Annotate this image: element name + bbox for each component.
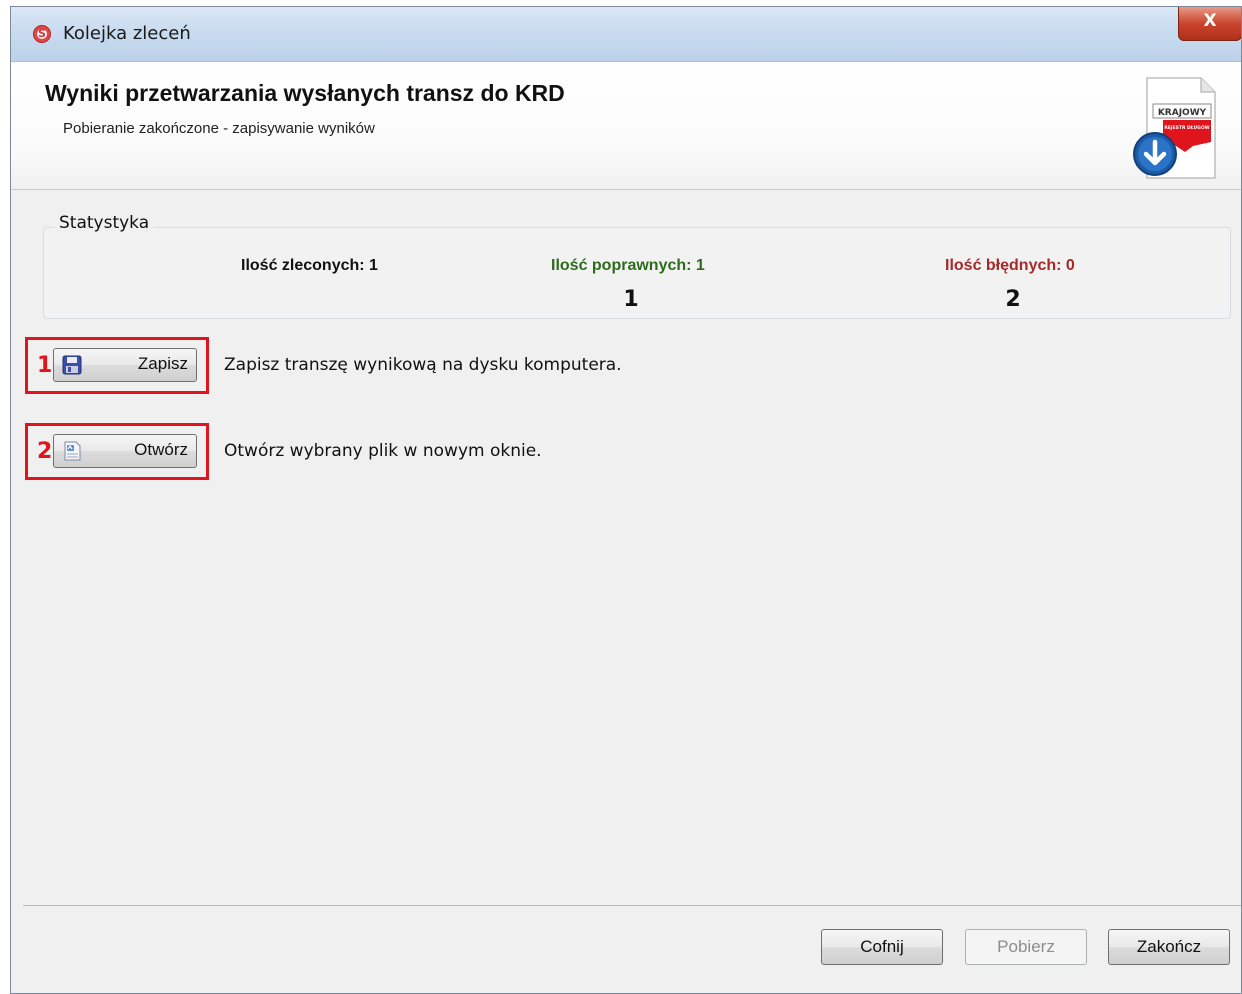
back-button[interactable]: Cofnij xyxy=(821,929,943,965)
ordered-count-label: Ilość zleconych: 1 xyxy=(241,257,378,274)
save-button[interactable]: Zapisz xyxy=(53,348,197,382)
open-button-label: Otwórz xyxy=(134,440,188,459)
finish-button[interactable]: Zakończ xyxy=(1108,929,1230,965)
open-document-icon xyxy=(64,441,81,461)
close-icon: X xyxy=(1203,11,1217,31)
close-button[interactable]: X xyxy=(1178,7,1241,41)
open-callout-number: 2 xyxy=(37,439,53,464)
annotation-marker-1: 1 xyxy=(623,287,639,312)
annotation-marker-2: 2 xyxy=(1005,287,1021,312)
open-button[interactable]: Otwórz xyxy=(53,434,197,468)
save-description: Zapisz transzę wynikową na dysku kompute… xyxy=(224,355,622,375)
window-title: Kolejka zleceń xyxy=(63,23,191,44)
statistics-group-label: Statystyka xyxy=(55,213,154,233)
download-document-icon: KRAJOWY REJESTR DŁUGÓW xyxy=(1133,77,1216,179)
page-title: Wyniki przetwarzania wysłanych transz do… xyxy=(45,80,565,106)
correct-count-label: Ilość poprawnych: 1 xyxy=(551,257,705,274)
wizard-header: Wyniki przetwarzania wysłanych transz do… xyxy=(11,62,1241,190)
footer-divider xyxy=(23,905,1241,906)
app-logo-icon xyxy=(33,25,51,43)
dialog-window: Kolejka zleceń X Wyniki przetwarzania wy… xyxy=(10,6,1242,994)
logo-subtext: REJESTR DŁUGÓW xyxy=(1164,124,1209,131)
save-button-label: Zapisz xyxy=(137,354,188,373)
open-description: Otwórz wybrany plik w nowym oknie. xyxy=(224,441,542,461)
error-count-label: Ilość błędnych: 0 xyxy=(945,257,1075,274)
logo-text: KRAJOWY xyxy=(1158,108,1207,118)
page-subtitle: Pobieranie zakończone - zapisywanie wyni… xyxy=(63,120,375,137)
title-bar: Kolejka zleceń X xyxy=(11,7,1241,62)
download-button[interactable]: Pobierz xyxy=(965,929,1087,965)
save-callout-number: 1 xyxy=(37,353,53,378)
floppy-disk-icon xyxy=(62,355,82,375)
